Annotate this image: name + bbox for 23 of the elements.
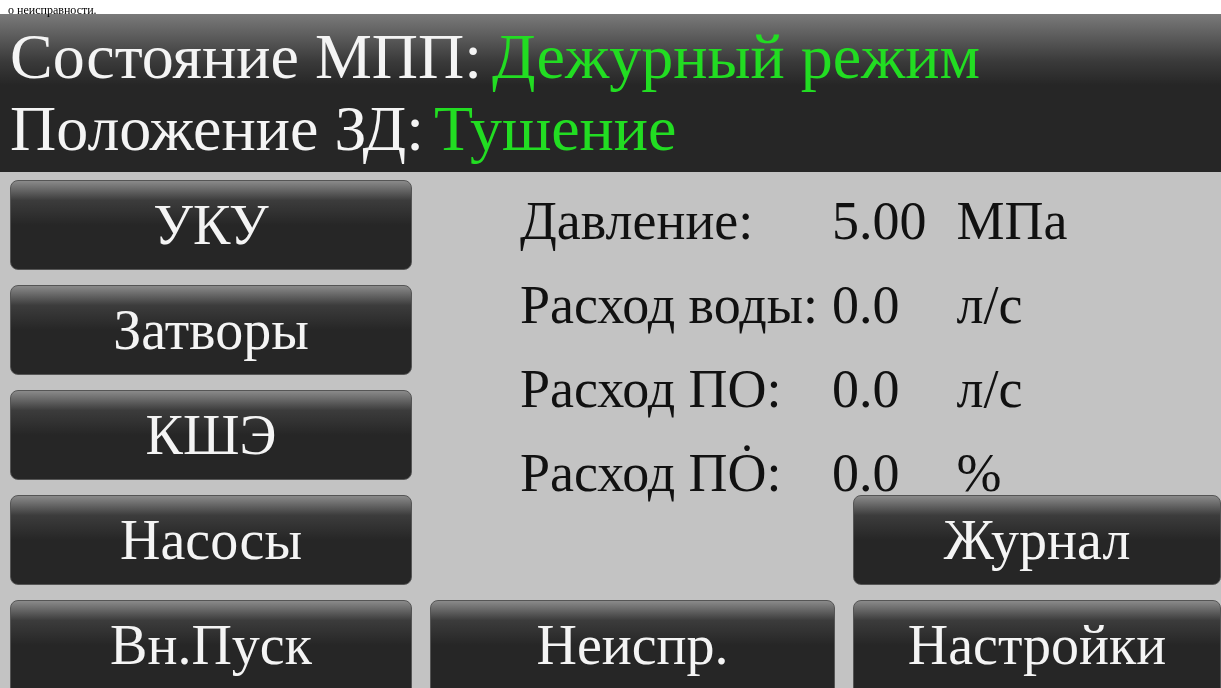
status-value: Тушение: [434, 93, 677, 164]
menu-button[interactable]: КШЭ: [10, 390, 412, 480]
caption-text: о неисправности.: [8, 3, 97, 17]
menu-button[interactable]: Настройки: [853, 600, 1221, 688]
reading-label: Давление:: [520, 190, 755, 253]
menu-button[interactable]: Неиспр.: [430, 600, 835, 688]
reading-value: 5.00: [831, 190, 928, 253]
reading-unit: МПа: [956, 190, 1068, 253]
status-label: Состояние МПП:: [10, 21, 483, 92]
status-value: Дежурный режим: [492, 21, 980, 92]
reading-label: Расход ПО:: [520, 358, 783, 421]
status-label: Положение ЗД:: [10, 93, 424, 164]
reading-unit: л/с: [956, 358, 1024, 421]
reading-label: Расход воды:: [520, 274, 819, 337]
reading-value: 0.0: [831, 358, 901, 421]
menu-button[interactable]: Насосы: [10, 495, 412, 585]
menu-button[interactable]: УКУ: [10, 180, 412, 270]
reading-value: 0.0: [831, 274, 901, 337]
menu-button[interactable]: Вн.Пуск: [10, 600, 412, 688]
menu-button[interactable]: Затворы: [10, 285, 412, 375]
journal-button[interactable]: Журнал: [853, 495, 1221, 585]
reading-unit: л/с: [956, 274, 1024, 337]
reading-label: Расход ПȮ:: [520, 442, 783, 505]
